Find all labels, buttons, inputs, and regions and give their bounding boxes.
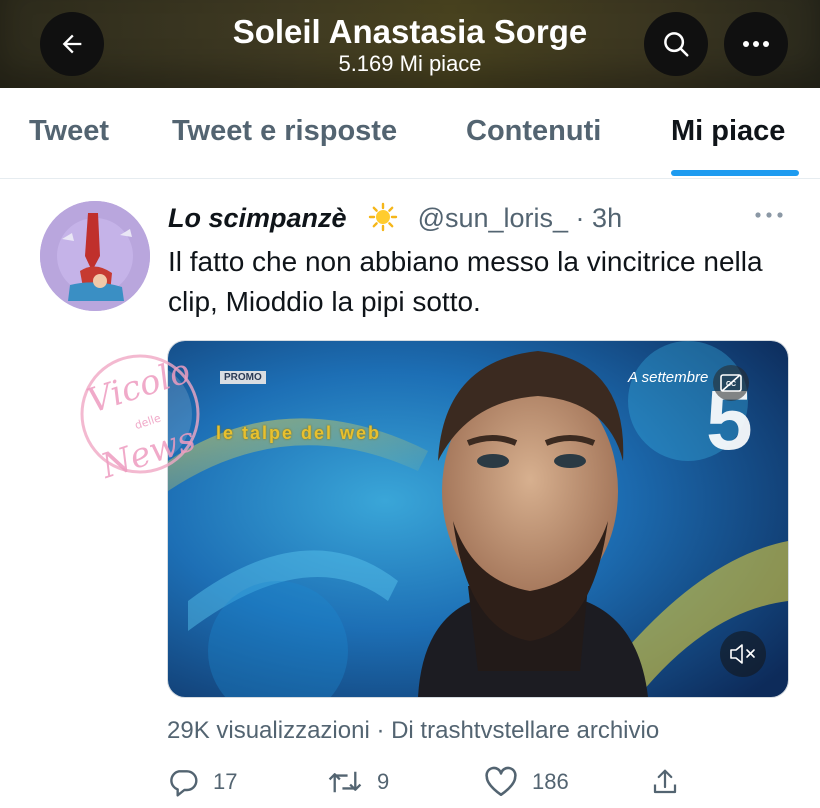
active-tab-indicator	[671, 170, 799, 176]
search-icon	[664, 32, 689, 57]
like-count: 186	[532, 769, 569, 794]
author-handle-time[interactable]: @sun_loris_ · 3h	[418, 203, 623, 233]
author-name[interactable]: Lo scimpanzè	[168, 203, 347, 233]
tweet-video[interactable]: 5 PROMO A settembre le talpe del web CC	[167, 340, 789, 698]
sun-emoji-icon	[368, 202, 398, 232]
tab-contenuti[interactable]: Contenuti	[466, 113, 601, 149]
captions-button[interactable]: CC	[713, 365, 749, 401]
tab-mi-piace[interactable]: Mi piace	[671, 113, 785, 149]
like-icon	[485, 766, 517, 797]
mute-icon	[730, 644, 755, 664]
retweet-button[interactable]: 9	[327, 765, 389, 799]
share-button[interactable]	[650, 765, 694, 799]
retweet-count: 9	[377, 769, 390, 794]
watermark-moles: le talpe del web	[216, 423, 382, 443]
like-button[interactable]: 186	[484, 765, 569, 799]
tweet-author-line: Lo scimpanzè @sun_loris_ · 3h	[168, 200, 622, 236]
views-and-source: 29K visualizzazioni · Di trashtvstellare…	[167, 717, 660, 744]
tab-tweet-e-risposte[interactable]: Tweet e risposte	[172, 113, 397, 149]
reply-icon	[170, 770, 198, 797]
tweet-more-button[interactable]	[754, 206, 784, 224]
reply-count: 17	[213, 769, 238, 794]
more-icon	[755, 212, 783, 218]
tab-tweet[interactable]: Tweet	[29, 113, 109, 149]
date-label: A settembre	[628, 369, 709, 386]
avatar-image	[40, 201, 150, 311]
more-options-button[interactable]	[724, 12, 788, 76]
search-button[interactable]	[644, 12, 708, 76]
reply-button[interactable]: 17	[167, 765, 237, 799]
avatar[interactable]	[40, 201, 150, 311]
watermark-logo: Vicolo delle News	[80, 352, 200, 487]
more-icon	[743, 41, 769, 47]
mute-button[interactable]	[720, 631, 766, 677]
cc-icon: CC	[720, 374, 742, 392]
promo-label: PROMO	[220, 371, 266, 384]
share-icon	[653, 769, 677, 794]
profile-header: Soleil Anastasia Sorge 5.169 Mi piace	[0, 0, 820, 88]
tweet-text: Il fatto che non abbiano messo la vincit…	[168, 246, 763, 317]
video-frame: 5	[168, 341, 788, 697]
retweet-icon	[328, 771, 362, 793]
profile-tabs: Tweet Tweet e risposte Contenuti Mi piac…	[0, 88, 820, 179]
